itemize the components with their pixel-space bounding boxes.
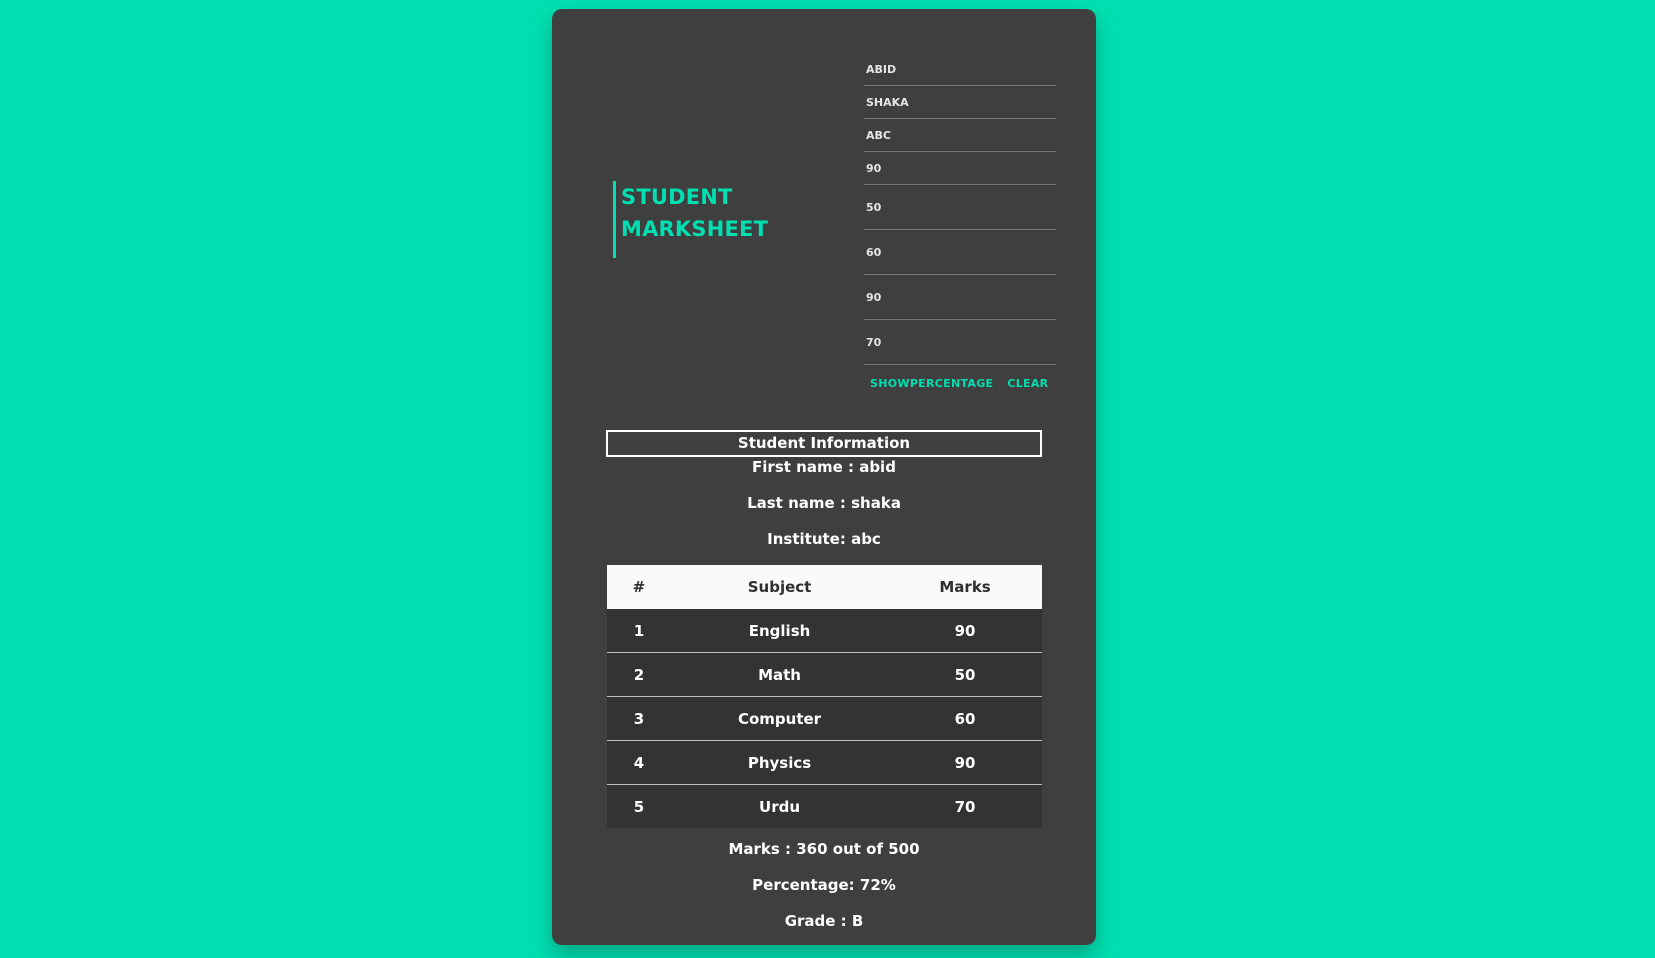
- table-row: 4 Physics 90: [607, 740, 1042, 785]
- physics-marks-input[interactable]: 90: [864, 275, 1056, 320]
- first-name-input[interactable]: ABID: [864, 53, 1056, 86]
- table-row: 3 Computer 60: [607, 696, 1042, 741]
- row-number: 4: [607, 740, 671, 785]
- first-name-text: First name : abid: [752, 458, 896, 476]
- table-row: 5 Urdu 70: [607, 784, 1042, 828]
- column-header-marks: Marks: [888, 565, 1042, 609]
- student-info-heading: Student Information: [606, 430, 1042, 457]
- marksheet-card: STUDENT MARKSHEET ABID SHAKA ABC 90 50 6…: [552, 9, 1096, 945]
- show-percentage-button[interactable]: SHOWPERCENTAGE: [870, 377, 993, 390]
- row-marks: 60: [888, 696, 1042, 741]
- title-line-2: MARKSHEET: [621, 217, 769, 241]
- row-subject: Physics: [670, 740, 889, 785]
- row-number: 1: [607, 609, 671, 653]
- math-marks-input[interactable]: 50: [864, 185, 1056, 230]
- title-line-1: STUDENT: [621, 185, 733, 209]
- computer-marks-input[interactable]: 60: [864, 230, 1056, 275]
- row-number: 3: [607, 696, 671, 741]
- page-title: STUDENT MARKSHEET: [613, 181, 768, 258]
- grade-text: Grade : B: [784, 912, 864, 930]
- percentage-text: Percentage: 72%: [752, 876, 896, 894]
- marks-table: # Subject Marks 1 English 90 2 Math 50 3…: [607, 565, 1042, 828]
- last-name-input[interactable]: SHAKA: [864, 86, 1056, 119]
- clear-button[interactable]: CLEAR: [1007, 377, 1048, 390]
- table-row: 2 Math 50: [607, 652, 1042, 697]
- table-header-row: # Subject Marks: [607, 565, 1042, 609]
- column-header-number: #: [607, 565, 671, 609]
- row-marks: 90: [888, 740, 1042, 785]
- row-subject: Urdu: [670, 784, 889, 828]
- row-subject: Computer: [670, 696, 889, 741]
- table-row: 1 English 90: [607, 609, 1042, 653]
- last-name-text: Last name : shaka: [747, 494, 901, 512]
- form-actions: SHOWPERCENTAGE CLEAR: [864, 377, 1056, 390]
- column-header-subject: Subject: [670, 565, 889, 609]
- row-marks: 50: [888, 652, 1042, 697]
- marks-form: ABID SHAKA ABC 90 50 60 90 70 SHOWPERCEN…: [864, 53, 1056, 390]
- english-marks-input[interactable]: 90: [864, 152, 1056, 185]
- row-number: 2: [607, 652, 671, 697]
- urdu-marks-input[interactable]: 70: [864, 320, 1056, 365]
- institute-input[interactable]: ABC: [864, 119, 1056, 152]
- row-marks: 90: [888, 609, 1042, 653]
- row-subject: English: [670, 609, 889, 653]
- row-subject: Math: [670, 652, 889, 697]
- row-number: 5: [607, 784, 671, 828]
- row-marks: 70: [888, 784, 1042, 828]
- total-marks-text: Marks : 360 out of 500: [728, 840, 920, 858]
- institute-text: Institute: abc: [767, 530, 881, 548]
